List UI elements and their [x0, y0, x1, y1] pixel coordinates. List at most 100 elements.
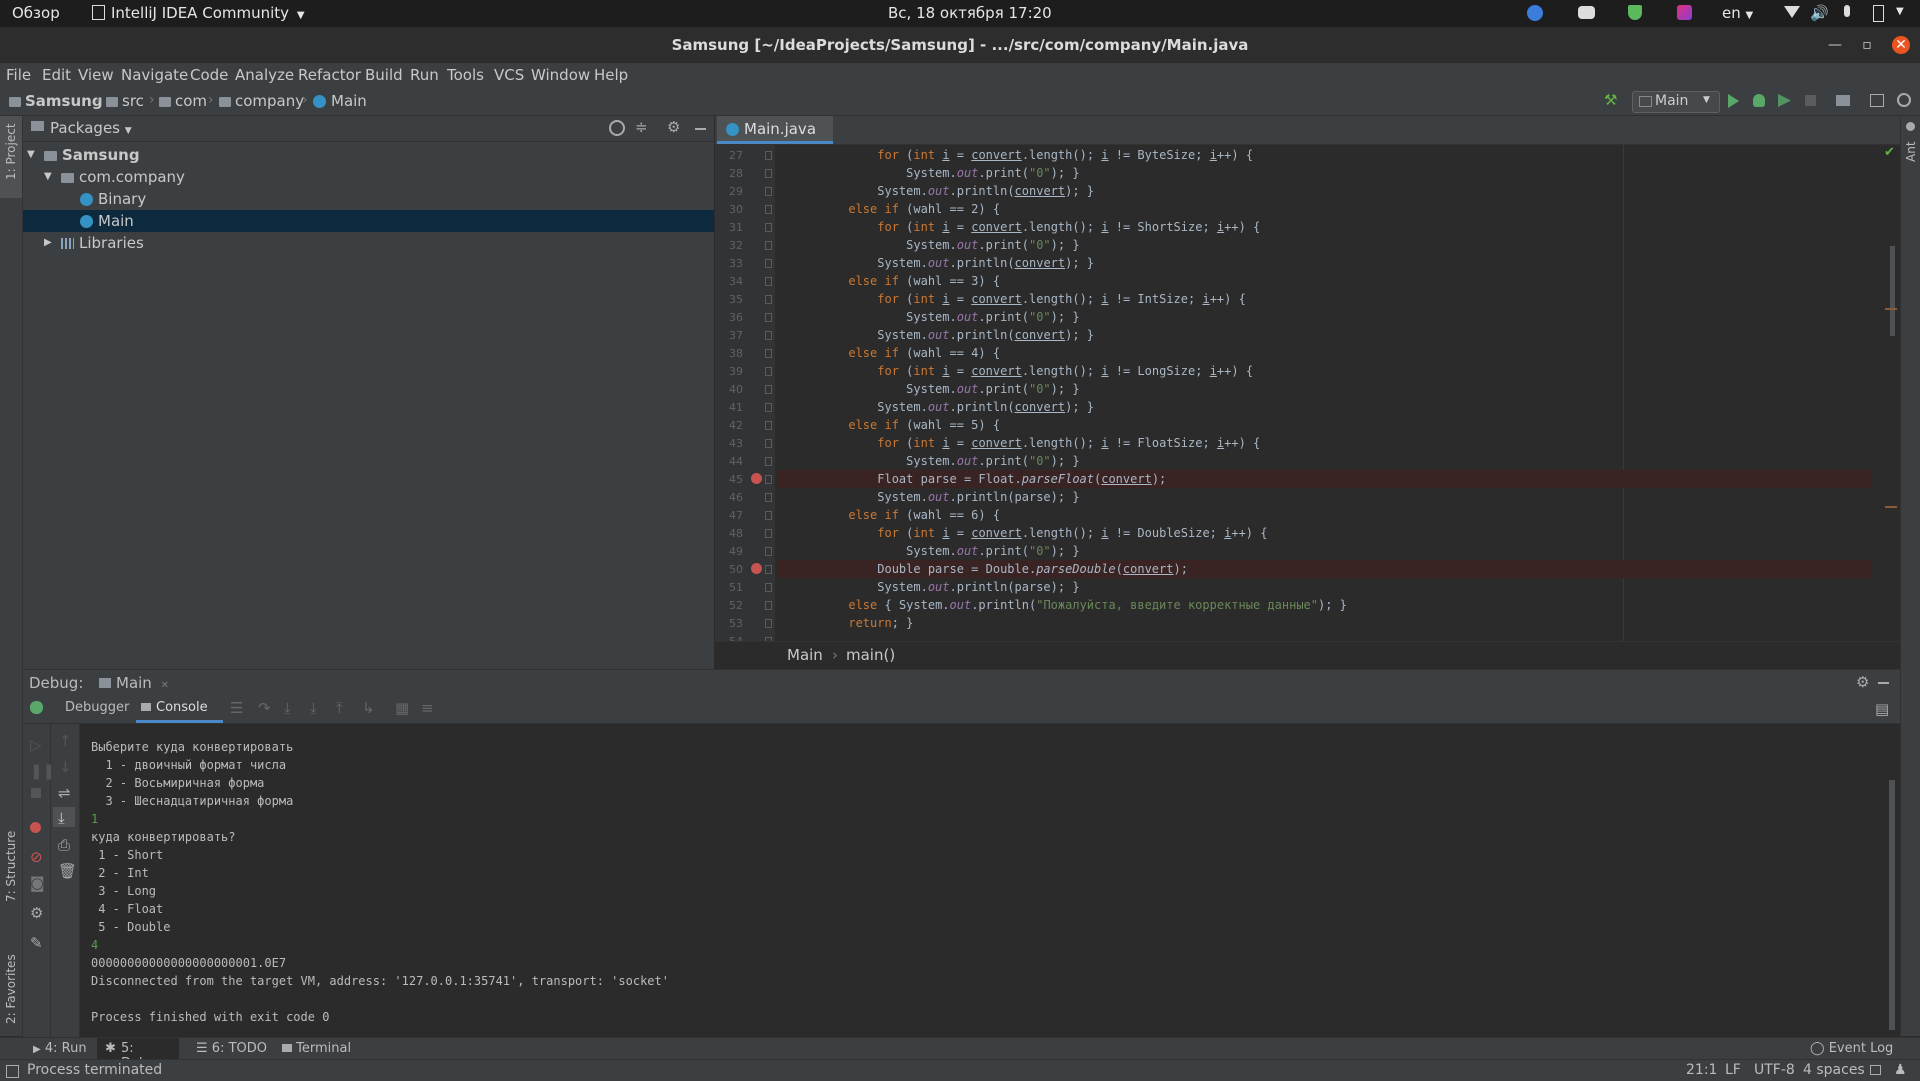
- code-line[interactable]: else { System.out.println("Пожалуйста, в…: [805, 596, 1347, 614]
- activities-button[interactable]: Обзор: [12, 4, 60, 22]
- line-number[interactable]: 39: [715, 365, 743, 378]
- fold-marker-icon[interactable]: [765, 205, 772, 214]
- tree-item-main[interactable]: Main: [23, 210, 714, 232]
- evaluate-expression-icon[interactable]: ▦: [395, 699, 409, 717]
- breakpoint-icon[interactable]: [751, 473, 762, 484]
- line-number[interactable]: 48: [715, 527, 743, 540]
- step-out-icon[interactable]: ⤒: [336, 699, 343, 717]
- fold-marker-icon[interactable]: [765, 313, 772, 322]
- caret-position[interactable]: 21:1: [1686, 1062, 1717, 1078]
- code-line[interactable]: System.out.print("0"); }: [805, 380, 1079, 398]
- tab-debugger[interactable]: Debugger: [65, 700, 129, 715]
- inspector-icon[interactable]: ♟: [1894, 1062, 1907, 1078]
- event-log-button[interactable]: ◯ Event Log: [1810, 1041, 1893, 1056]
- error-stripe-marker[interactable]: [1885, 308, 1897, 310]
- code-line[interactable]: Double parse = Double.parseDouble(conver…: [805, 560, 1188, 578]
- expand-arrow-icon[interactable]: ▼: [27, 144, 35, 166]
- maximize-button[interactable]: ▫: [1858, 36, 1876, 54]
- indent-setting[interactable]: 4 spaces: [1803, 1062, 1865, 1078]
- app-menu[interactable]: IntelliJ IDEA Community ▼: [92, 4, 305, 22]
- fold-marker-icon[interactable]: [765, 457, 772, 466]
- locate-file-icon[interactable]: [609, 120, 625, 136]
- menu-help[interactable]: Help: [594, 66, 628, 84]
- minimize-button[interactable]: —: [1826, 36, 1844, 54]
- line-number[interactable]: 38: [715, 347, 743, 360]
- line-number[interactable]: 50: [715, 563, 743, 576]
- stop-icon[interactable]: [1805, 95, 1816, 106]
- fold-marker-icon[interactable]: [765, 223, 772, 232]
- fold-marker-icon[interactable]: [765, 421, 772, 430]
- editor-scrollbar[interactable]: [1890, 246, 1895, 336]
- code-line[interactable]: else if (wahl == 5) {: [805, 416, 1000, 434]
- menu-run[interactable]: Run: [410, 66, 439, 84]
- fold-marker-icon[interactable]: [765, 565, 772, 574]
- down-arrow-icon[interactable]: ↓: [59, 758, 73, 776]
- discord-icon[interactable]: [1578, 6, 1595, 19]
- settings-icon[interactable]: ⚙: [30, 904, 44, 922]
- fold-marker-icon[interactable]: [765, 547, 772, 556]
- line-number[interactable]: 27: [715, 149, 743, 162]
- project-structure-icon[interactable]: [1836, 95, 1850, 106]
- code-line[interactable]: for (int i = convert.length(); i != Shor…: [805, 218, 1260, 236]
- structure-tool-label[interactable]: 7: Structure: [4, 831, 18, 902]
- code-line[interactable]: return; }: [805, 614, 913, 632]
- code-breadcrumb-class[interactable]: Main: [787, 646, 823, 664]
- gear-icon[interactable]: ⚙: [667, 118, 680, 136]
- pin-icon[interactable]: ✎: [30, 934, 44, 952]
- breakpoint-icon[interactable]: [751, 563, 762, 574]
- debug-bug-icon[interactable]: [1753, 94, 1765, 107]
- code-line[interactable]: Float parse = Float.parseFloat(convert);: [805, 470, 1166, 488]
- code-breadcrumb-method[interactable]: main(): [846, 646, 895, 664]
- hide-panel-icon[interactable]: [695, 128, 706, 130]
- console-scrollbar[interactable]: [1889, 780, 1895, 1030]
- code-line[interactable]: System.out.println(convert); }: [805, 398, 1094, 416]
- inspection-ok-icon[interactable]: ✔: [1884, 145, 1895, 160]
- fold-marker-icon[interactable]: [765, 619, 772, 628]
- code-line[interactable]: System.out.print("0"); }: [805, 164, 1079, 182]
- code-line[interactable]: System.out.print("0"); }: [805, 308, 1079, 326]
- code-line[interactable]: else if (wahl == 2) {: [805, 200, 1000, 218]
- tree-item-libraries[interactable]: ▶ Libraries: [23, 232, 714, 254]
- line-separator[interactable]: LF: [1725, 1062, 1741, 1078]
- line-number[interactable]: 40: [715, 383, 743, 396]
- menu-file[interactable]: File: [6, 66, 31, 84]
- line-number[interactable]: 32: [715, 239, 743, 252]
- breadcrumb-com[interactable]: com: [159, 92, 207, 110]
- menu-tools[interactable]: Tools: [447, 66, 484, 84]
- tree-item-binary[interactable]: Binary: [23, 188, 714, 210]
- step-over-icon[interactable]: ↷: [258, 699, 271, 717]
- line-number[interactable]: 28: [715, 167, 743, 180]
- hide-panel-icon[interactable]: [1878, 682, 1889, 684]
- code-line[interactable]: for (int i = convert.length(); i != IntS…: [805, 290, 1246, 308]
- gear-icon[interactable]: ⚙: [1856, 673, 1869, 691]
- line-number[interactable]: 51: [715, 581, 743, 594]
- tree-item-samsung[interactable]: ▼ Samsung: [23, 144, 714, 166]
- fold-marker-icon[interactable]: [765, 259, 772, 268]
- pause-icon[interactable]: ❚❚: [30, 762, 55, 780]
- force-step-into-icon[interactable]: ⤓: [310, 699, 317, 717]
- menu-window[interactable]: Window: [531, 66, 590, 84]
- menu-analyze[interactable]: Analyze: [235, 66, 294, 84]
- editor-gutter[interactable]: 27 28 29 30 31 32 33 34 35 36 37 38 39 40 41 42 43 44 45 46…: [715, 145, 775, 648]
- code-line[interactable]: System.out.println(convert); }: [805, 254, 1094, 272]
- code-line[interactable]: else if (wahl == 3) {: [805, 272, 1000, 290]
- view-selector[interactable]: Packages ▼: [50, 119, 132, 137]
- microphone-icon[interactable]: [1844, 5, 1850, 17]
- print-icon[interactable]: ⎙: [58, 836, 72, 854]
- up-arrow-icon[interactable]: ↑: [59, 732, 73, 750]
- line-number[interactable]: 35: [715, 293, 743, 306]
- todo-tool-button[interactable]: ☰ 6: TODO: [196, 1041, 267, 1056]
- fold-marker-icon[interactable]: [765, 403, 772, 412]
- menu-refactor[interactable]: Refactor: [298, 66, 361, 84]
- line-number[interactable]: 46: [715, 491, 743, 504]
- line-number[interactable]: 44: [715, 455, 743, 468]
- line-number[interactable]: 49: [715, 545, 743, 558]
- build-hammer-icon[interactable]: ⚒: [1604, 91, 1620, 109]
- code-line[interactable]: for (int i = convert.length(); i != Byte…: [805, 146, 1253, 164]
- breadcrumb-main[interactable]: Main: [313, 92, 367, 110]
- fold-marker-icon[interactable]: [765, 169, 772, 178]
- line-number[interactable]: 53: [715, 617, 743, 630]
- menu-vcs[interactable]: VCS: [494, 66, 524, 84]
- restore-layout-icon[interactable]: ▤: [1875, 700, 1889, 718]
- code-line[interactable]: System.out.println(convert); }: [805, 326, 1094, 344]
